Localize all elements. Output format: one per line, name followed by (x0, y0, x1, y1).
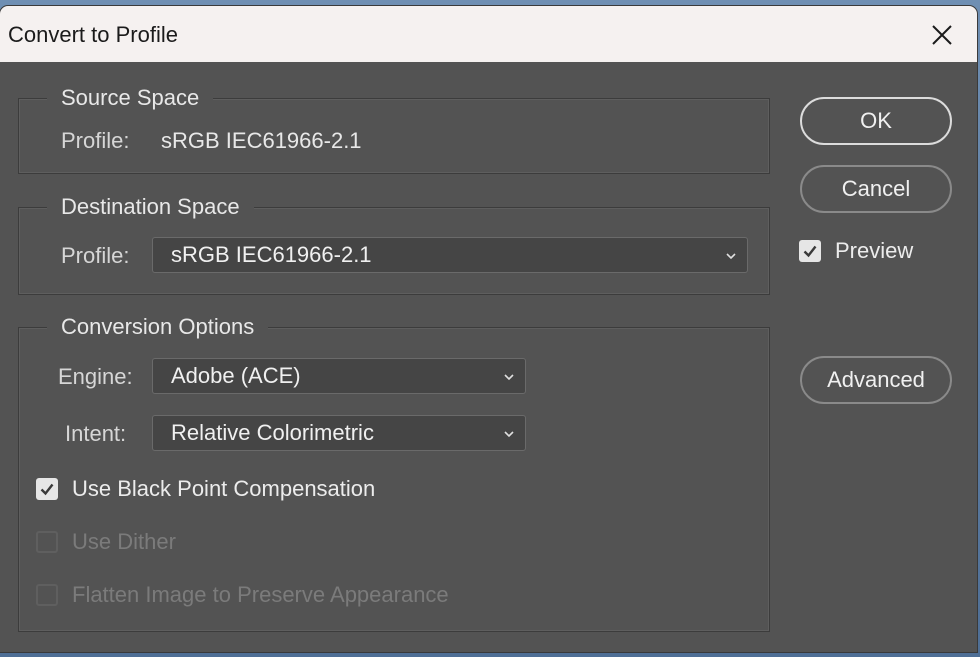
ok-button[interactable]: OK (800, 97, 952, 145)
black-point-compensation-option[interactable]: Use Black Point Compensation (36, 475, 375, 503)
advanced-button[interactable]: Advanced (800, 356, 952, 404)
chevron-down-icon (504, 431, 514, 438)
use-dither-label: Use Dither (72, 529, 176, 554)
destination-profile-selected: sRGB IEC61966-2.1 (171, 242, 372, 267)
close-button[interactable] (918, 16, 966, 54)
engine-label: Engine: (58, 364, 133, 389)
black-point-checkbox[interactable] (36, 478, 58, 500)
source-profile-value: sRGB IEC61966-2.1 (161, 128, 362, 153)
use-dither-option: Use Dither (36, 528, 176, 556)
preview-label: Preview (835, 238, 914, 263)
close-icon (932, 25, 952, 45)
chevron-down-icon (504, 374, 514, 381)
use-dither-checkbox (36, 531, 58, 553)
dialog-title: Convert to Profile (8, 22, 178, 47)
conversion-options-group: Conversion Options Engine: Adobe (ACE) I… (18, 312, 770, 632)
destination-profile-label: Profile: (61, 243, 130, 268)
intent-selected: Relative Colorimetric (171, 420, 374, 445)
engine-selected: Adobe (ACE) (171, 363, 301, 388)
conversion-options-legend: Conversion Options (47, 312, 269, 342)
chevron-down-icon (726, 253, 736, 260)
intent-label: Intent: (65, 421, 127, 446)
cancel-button[interactable]: Cancel (800, 165, 952, 213)
convert-to-profile-dialog: Convert to Profile Source Space Profile:… (0, 6, 977, 652)
flatten-image-label: Flatten Image to Preserve Appearance (72, 582, 449, 607)
checkmark-icon (803, 245, 817, 258)
source-space-group: Source Space Profile: sRGB IEC61966-2.1 (18, 83, 770, 174)
engine-select[interactable]: Adobe (ACE) (152, 358, 526, 394)
flatten-image-option: Flatten Image to Preserve Appearance (36, 581, 449, 609)
black-point-label: Use Black Point Compensation (72, 476, 376, 501)
flatten-image-checkbox (36, 584, 58, 606)
source-profile-label: Profile: (61, 128, 130, 153)
source-space-legend: Source Space (47, 83, 214, 113)
destination-space-group: Destination Space Profile: sRGB IEC61966… (18, 192, 770, 295)
destination-space-legend: Destination Space (47, 192, 254, 222)
intent-select[interactable]: Relative Colorimetric (152, 415, 526, 451)
preview-checkbox[interactable] (799, 240, 821, 262)
checkmark-icon (40, 483, 54, 496)
destination-profile-select[interactable]: sRGB IEC61966-2.1 (152, 237, 748, 273)
title-bar: Convert to Profile (0, 6, 977, 62)
preview-option[interactable]: Preview (799, 237, 913, 265)
